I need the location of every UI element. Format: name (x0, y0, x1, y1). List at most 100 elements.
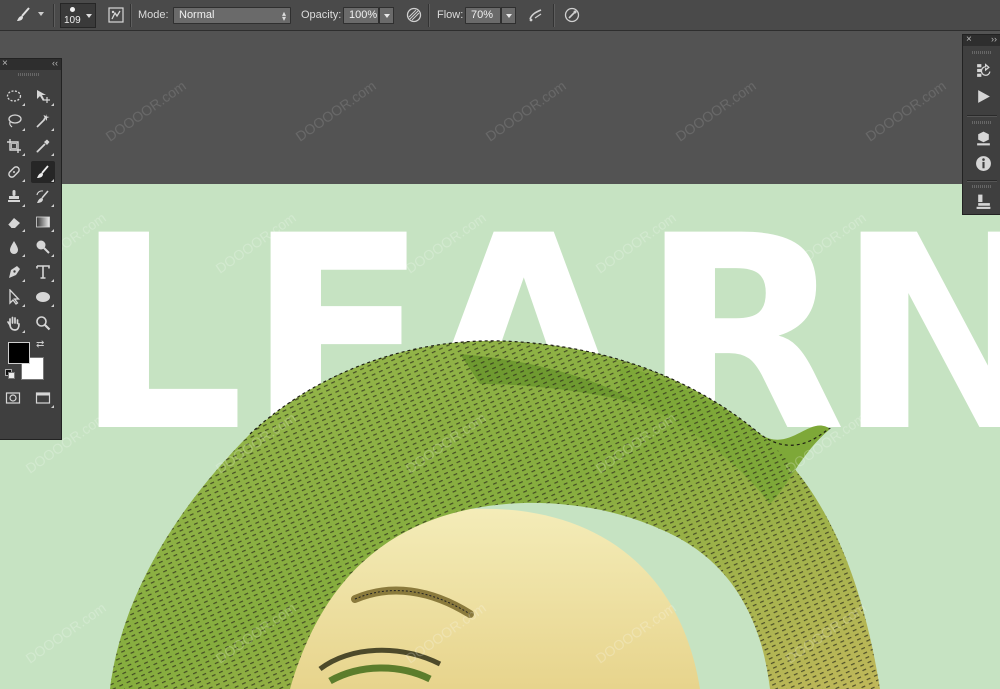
opacity-input[interactable]: 100% (343, 7, 379, 24)
options-bar: 109 Mode: Normal ▴ ▾ Opacity: 100% Flow: … (0, 0, 1000, 31)
dodge-tool[interactable] (31, 236, 55, 258)
panel-grip[interactable] (972, 121, 992, 124)
screen-mode-button[interactable] (31, 387, 55, 409)
brush-tip-icon (70, 7, 75, 12)
svg-text:DOOOOR.com: DOOOOR.com (863, 77, 949, 144)
blend-mode-select[interactable]: Normal ▴ ▾ (173, 7, 291, 24)
crop-icon (7, 139, 21, 153)
separator (428, 4, 429, 27)
spot-healing-tool[interactable] (2, 161, 26, 183)
pen-tool[interactable] (2, 261, 26, 283)
opacity-value: 100% (349, 9, 378, 21)
svg-text:DOOOOR.com: DOOOOR.com (293, 77, 379, 144)
lasso-icon (8, 114, 22, 128)
crop-tool[interactable] (2, 135, 26, 157)
opacity-dropdown-button[interactable] (379, 7, 394, 24)
swap-colors-icon[interactable]: ⇄ (36, 339, 44, 350)
tools-panel-header[interactable]: × ‹‹ (0, 58, 61, 70)
type-tool[interactable] (31, 261, 55, 283)
close-icon[interactable]: × (966, 34, 972, 45)
info-panel-button[interactable] (973, 153, 993, 173)
divider (967, 180, 997, 181)
blur-icon (10, 241, 18, 254)
screen-mode-icon (35, 392, 51, 404)
flow-label: Flow: (437, 9, 464, 21)
separator (553, 4, 554, 27)
history-brush-tool[interactable] (31, 186, 55, 208)
collapse-icon[interactable]: ‹‹ (52, 58, 58, 68)
tool-preset-chevron-icon[interactable] (38, 12, 44, 16)
pressure-size-icon[interactable] (562, 5, 582, 25)
history-brush-icon (36, 190, 49, 203)
magic-wand-tool[interactable] (31, 110, 55, 132)
brush-size-value: 109 (64, 15, 81, 26)
close-icon[interactable]: × (2, 58, 8, 69)
up-down-chevron-icon: ▴ ▾ (281, 9, 286, 23)
panel-grip[interactable] (972, 51, 992, 54)
layer-comps-panel-button[interactable] (973, 191, 993, 211)
history-icon (976, 62, 991, 77)
quick-mask-button[interactable] (1, 387, 25, 409)
move-icon (37, 90, 50, 103)
canvas-area[interactable]: L E A R N DOOOOR.com DOOOOR.com DOOOOR.c… (0, 32, 1000, 689)
svg-text:DOOOOR.com: DOOOOR.com (783, 209, 869, 276)
tools-panel: × ‹‹ ⇄ (0, 58, 62, 440)
zoom-icon (36, 316, 51, 331)
flow-value: 70% (471, 9, 494, 21)
svg-text:DOOOOR.com: DOOOOR.com (103, 77, 189, 144)
ellipse-shape-tool[interactable] (31, 286, 55, 308)
svg-text:DOOOOR.com: DOOOOR.com (213, 209, 299, 276)
magic-wand-icon (36, 114, 50, 128)
clone-stamp-tool[interactable] (2, 186, 26, 208)
chevron-down-icon (86, 14, 92, 18)
separator (53, 4, 54, 27)
default-colors-icon[interactable] (5, 369, 15, 379)
type-icon (36, 265, 50, 279)
dock-header[interactable]: × ›› (963, 34, 1000, 46)
panel-grip[interactable] (972, 185, 992, 188)
elliptical-marquee-icon (6, 90, 22, 102)
path-selection-tool[interactable] (2, 286, 26, 308)
history-panel-button[interactable] (973, 60, 993, 80)
eraser-tool[interactable] (2, 211, 26, 233)
divider (967, 115, 997, 116)
panel-grip[interactable] (18, 73, 40, 76)
flow-dropdown-button[interactable] (501, 7, 516, 24)
document-canvas[interactable]: L E A R N DOOOOR.com DOOOOR.com DOOOOR.c… (0, 184, 1000, 689)
brush-preset-picker[interactable]: 109 (60, 3, 96, 28)
eyedropper-icon (36, 139, 50, 153)
foreground-color-swatch[interactable] (8, 342, 30, 364)
svg-text:DOOOOR.com: DOOOOR.com (23, 599, 109, 666)
blend-mode-value: Normal (179, 9, 215, 21)
pen-icon (9, 266, 20, 278)
path-selection-icon (9, 289, 21, 305)
actions-play-icon (977, 89, 990, 103)
pressure-opacity-icon[interactable] (404, 5, 424, 25)
svg-text:DOOOOR.com: DOOOOR.com (593, 209, 679, 276)
properties-icon (976, 131, 990, 145)
svg-text:DOOOOR.com: DOOOOR.com (483, 77, 569, 144)
zoom-tool[interactable] (31, 312, 55, 334)
lasso-tool[interactable] (2, 110, 26, 132)
dodge-icon (36, 240, 50, 254)
eraser-icon (7, 218, 20, 229)
gradient-tool[interactable] (31, 211, 55, 233)
move-tool[interactable] (31, 85, 55, 107)
expand-icon[interactable]: ›› (991, 34, 997, 44)
hand-tool[interactable] (2, 312, 26, 334)
ellipse-shape-icon (36, 292, 50, 302)
brush-panel-toggle-icon[interactable] (106, 5, 126, 25)
spot-healing-icon (8, 166, 20, 178)
properties-panel-button[interactable] (973, 128, 993, 148)
eyedropper-tool[interactable] (31, 135, 55, 157)
airbrush-icon[interactable] (526, 5, 546, 25)
actions-panel-button[interactable] (973, 86, 993, 106)
flow-input[interactable]: 70% (465, 7, 501, 24)
brush-tool[interactable] (31, 161, 55, 183)
elliptical-marquee-tool[interactable] (2, 85, 26, 107)
brush-tool-icon[interactable] (14, 5, 34, 25)
blur-tool[interactable] (2, 236, 26, 258)
clone-stamp-icon (8, 190, 20, 202)
svg-text:DOOOOR.com: DOOOOR.com (673, 77, 759, 144)
layer-comps-icon (976, 194, 990, 209)
